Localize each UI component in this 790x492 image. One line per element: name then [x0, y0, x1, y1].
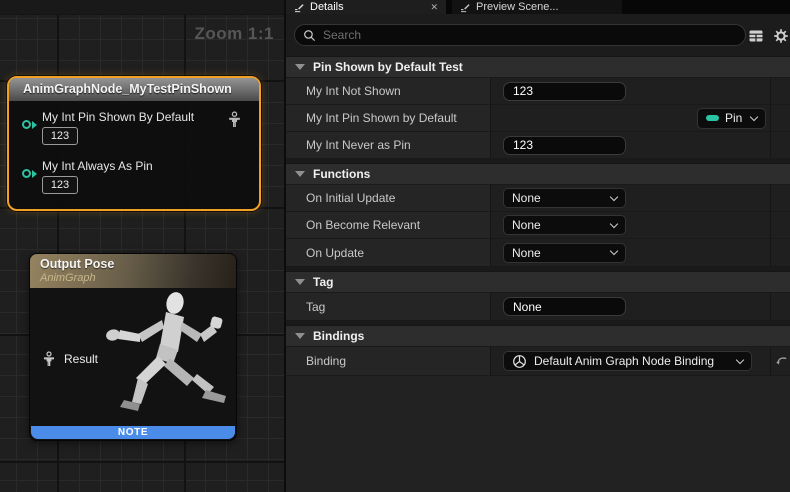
int-value-input[interactable] [503, 136, 626, 155]
property-label: On Become Relevant [306, 218, 420, 232]
collapse-triangle-icon [295, 171, 305, 177]
output-node-titlebar[interactable]: Output Pose AnimGraph [30, 254, 236, 288]
int-value-input[interactable] [503, 82, 626, 101]
function-dropdown[interactable]: None [503, 215, 626, 235]
details-icon [294, 2, 305, 13]
search-icon [303, 29, 316, 42]
pose-person-icon [42, 351, 56, 367]
settings-icon[interactable] [773, 28, 789, 44]
category-header[interactable]: Tag [286, 271, 790, 293]
chevron-down-icon [750, 112, 758, 120]
property-row: Binding Default Anim Graph Node Binding [286, 347, 790, 376]
display-filter-icon[interactable] [748, 28, 764, 44]
category-header[interactable]: Bindings [286, 325, 790, 347]
pin-circle-icon[interactable] [22, 169, 37, 178]
pin-value-input[interactable] [42, 176, 78, 194]
property-label: My Int Never as Pin [306, 138, 411, 152]
pin-value-input[interactable] [42, 127, 78, 145]
chevron-down-icon [610, 192, 618, 200]
property-label: Binding [306, 354, 346, 368]
property-row: Tag [286, 293, 790, 321]
pin-arrow [32, 170, 37, 178]
function-dropdown[interactable]: None [503, 243, 626, 263]
details-icon [460, 2, 471, 13]
property-label: My Int Pin Shown by Default [306, 111, 457, 125]
chevron-down-icon [610, 247, 618, 255]
pin-circle-icon[interactable] [22, 120, 37, 129]
property-row: On Become Relevant None [286, 212, 790, 239]
output-pose-node[interactable]: Output Pose AnimGraph [29, 253, 237, 441]
tab-label: Details [310, 1, 344, 13]
close-icon[interactable]: ✕ [430, 2, 438, 13]
pose-person-icon[interactable] [227, 111, 242, 128]
property-label: On Initial Update [306, 191, 395, 205]
pin-dot [22, 120, 31, 129]
property-label: My Int Not Shown [306, 84, 401, 98]
collapse-triangle-icon [295, 64, 305, 70]
property-row: My Int Not Shown [286, 78, 790, 105]
zoom-level-label: Zoom 1:1 [194, 24, 274, 44]
tab-label: Preview Scene... [476, 1, 559, 13]
pin-label: My Int Pin Shown By Default [42, 110, 194, 124]
mannequin-watermark [96, 290, 234, 422]
function-dropdown[interactable]: None [503, 188, 626, 208]
binding-dropdown[interactable]: Default Anim Graph Node Binding [503, 351, 752, 371]
output-node-subtitle: AnimGraph [40, 272, 236, 284]
property-row: My Int Never as Pin [286, 132, 790, 159]
pin-visibility-dropdown[interactable]: Pin [697, 108, 766, 129]
result-pin[interactable]: Result [42, 351, 98, 367]
collapse-triangle-icon [295, 279, 305, 285]
chevron-down-icon [736, 355, 744, 363]
chevron-down-icon [610, 219, 618, 227]
tab-details[interactable]: Details ✕ [286, 0, 446, 14]
tag-input[interactable] [503, 297, 626, 316]
property-row: On Update None [286, 239, 790, 267]
category-header[interactable]: Functions [286, 163, 790, 185]
node-title[interactable]: AnimGraphNode_MyTestPinShown [9, 78, 259, 101]
property-row: On Initial Update None [286, 185, 790, 212]
category-header[interactable]: Pin Shown by Default Test [286, 56, 790, 78]
tab-preview-scene[interactable]: Preview Scene... [452, 0, 622, 14]
property-row: My Int Pin Shown by Default Pin [286, 105, 790, 132]
note-bar[interactable]: NOTE [31, 426, 235, 439]
pin-dot [22, 169, 31, 178]
search-input[interactable] [323, 28, 737, 42]
property-list: Pin Shown by Default Test My Int Not Sho… [286, 56, 790, 376]
details-panel: Details ✕ Preview Scene... [284, 0, 790, 492]
property-label: On Update [306, 246, 364, 260]
pin-label: My Int Always As Pin [42, 159, 153, 173]
pin-arrow [32, 121, 37, 129]
search-row [286, 14, 790, 56]
anim-graph-test-node[interactable]: AnimGraphNode_MyTestPinShown My Int Pin … [7, 76, 261, 211]
search-box[interactable] [294, 24, 746, 46]
property-label: Tag [306, 300, 325, 314]
unreal-editor-screen: Zoom 1:1 AnimGraphNode_MyTestPinShown My… [0, 0, 790, 492]
anim-graph-canvas[interactable]: Zoom 1:1 AnimGraphNode_MyTestPinShown My… [0, 0, 284, 492]
reset-arrow-icon[interactable] [774, 354, 788, 368]
output-node-title: Output Pose [40, 257, 236, 271]
result-pin-label: Result [64, 352, 98, 366]
collapse-triangle-icon [295, 333, 305, 339]
panel-tab-bar: Details ✕ Preview Scene... [286, 0, 790, 14]
graph-top-strip [0, 0, 284, 15]
pin-capsule-icon [706, 115, 719, 121]
binding-sphere-icon [512, 354, 527, 369]
